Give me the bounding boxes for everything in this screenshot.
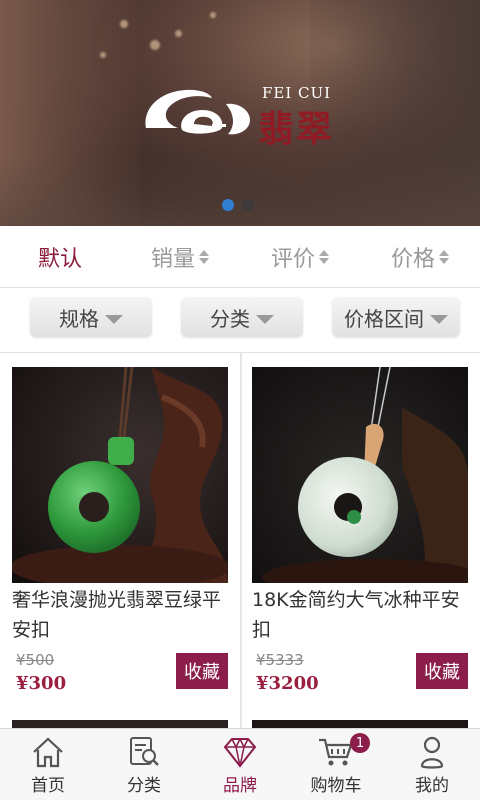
sort-bar: 默认 销量 评价 价格 bbox=[0, 226, 480, 288]
carousel-dot[interactable] bbox=[242, 199, 254, 211]
nav-cart[interactable]: 1 购物车 bbox=[288, 729, 384, 800]
caret-down-icon bbox=[256, 314, 274, 324]
sort-tab-label: 价格 bbox=[390, 246, 435, 272]
product-card[interactable]: 奢华浪漫抛光翡翠豆绿平安扣 bbox=[12, 367, 228, 645]
logo-text-chinese: 翡翠 bbox=[258, 108, 335, 150]
sort-arrows-icon bbox=[199, 249, 209, 264]
carousel-indicator bbox=[222, 199, 254, 211]
banner-light bbox=[175, 30, 182, 37]
nav-home[interactable]: 首页 bbox=[0, 729, 96, 800]
nav-category[interactable]: 分类 bbox=[96, 729, 192, 800]
favorite-button[interactable]: 收藏 bbox=[176, 653, 228, 689]
bottom-navigation: 首页 分类 品牌 1 购物车 我的 bbox=[0, 728, 480, 800]
banner-carousel[interactable]: FEI CUI 翡翠 bbox=[0, 0, 480, 226]
nav-label: 品牌 bbox=[223, 776, 257, 796]
sort-arrows-icon bbox=[439, 249, 449, 264]
banner-light bbox=[120, 20, 128, 28]
favorite-button[interactable]: 收藏 bbox=[416, 653, 468, 689]
filter-label: 分类 bbox=[210, 306, 250, 331]
sort-arrows-icon bbox=[319, 249, 329, 264]
product-image[interactable] bbox=[252, 367, 468, 583]
nav-mine[interactable]: 我的 bbox=[384, 729, 480, 800]
banner-floor bbox=[0, 156, 480, 226]
sort-tab-price[interactable]: 价格 bbox=[360, 226, 480, 287]
sort-tab-label: 销量 bbox=[150, 246, 195, 272]
sort-tab-default[interactable]: 默认 bbox=[0, 226, 120, 287]
category-search-icon bbox=[130, 737, 159, 766]
grid-divider bbox=[240, 353, 242, 733]
caret-down-icon bbox=[430, 314, 448, 324]
filter-label: 价格区间 bbox=[344, 306, 424, 331]
nav-label: 购物车 bbox=[310, 776, 362, 796]
filter-spec-button[interactable]: 规格 bbox=[30, 297, 152, 337]
banner-light bbox=[150, 40, 160, 50]
nav-label: 我的 bbox=[415, 776, 449, 796]
banner-light bbox=[210, 12, 216, 18]
home-icon bbox=[33, 737, 63, 768]
sort-tab-label: 默认 bbox=[37, 246, 82, 272]
user-icon bbox=[420, 736, 444, 769]
product-title[interactable]: 奢华浪漫抛光翡翠豆绿平安扣 bbox=[12, 585, 228, 645]
cart-badge: 1 bbox=[350, 733, 370, 753]
product-title[interactable]: 18K金简约大气冰种平安扣 bbox=[252, 585, 468, 645]
diamond-icon bbox=[223, 737, 257, 768]
sort-tab-rating[interactable]: 评价 bbox=[240, 226, 360, 287]
sort-tab-sales[interactable]: 销量 bbox=[120, 226, 240, 287]
filter-price-range-button[interactable]: 价格区间 bbox=[332, 297, 460, 337]
sort-tab-label: 评价 bbox=[270, 246, 315, 272]
filter-bar: 规格 分类 价格区间 bbox=[0, 289, 480, 353]
filter-label: 规格 bbox=[59, 306, 99, 331]
carousel-dot-active[interactable] bbox=[222, 199, 234, 211]
product-card[interactable]: 18K金简约大气冰种平安扣 bbox=[252, 367, 468, 645]
product-image[interactable] bbox=[12, 367, 228, 583]
caret-down-icon bbox=[105, 314, 123, 324]
banner-light bbox=[100, 52, 106, 58]
feicui-logo-icon bbox=[145, 89, 250, 135]
nav-brand[interactable]: 品牌 bbox=[192, 729, 288, 800]
nav-label: 分类 bbox=[127, 776, 161, 796]
filter-category-button[interactable]: 分类 bbox=[181, 297, 303, 337]
nav-label: 首页 bbox=[31, 776, 65, 796]
cart-icon bbox=[319, 738, 353, 766]
